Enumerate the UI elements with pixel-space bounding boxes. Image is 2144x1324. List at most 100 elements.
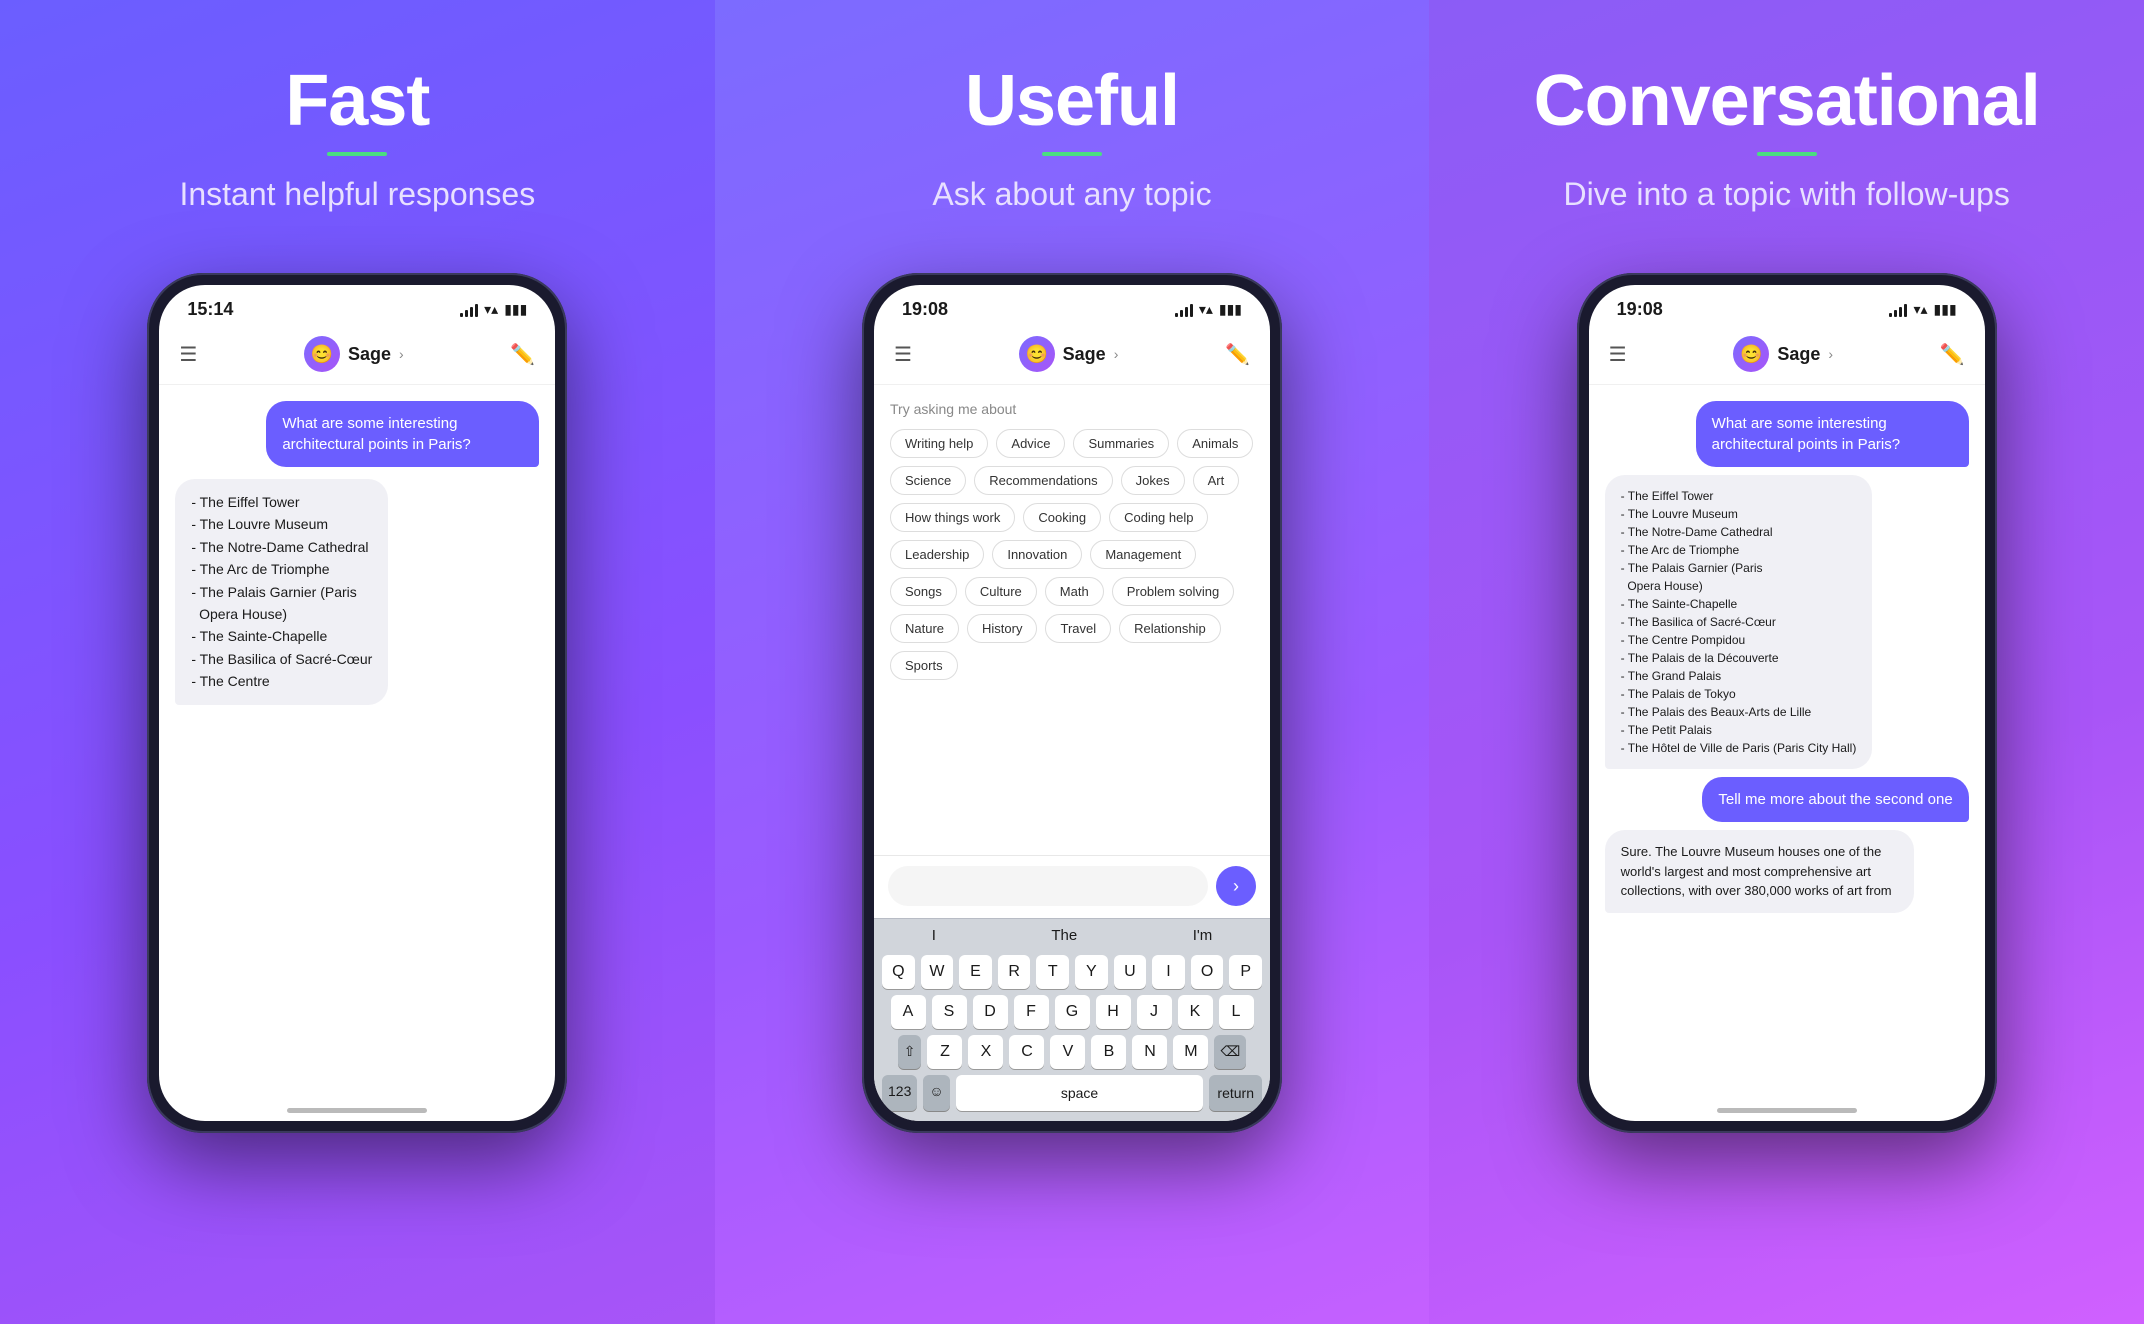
chevron-icon-fast: › — [399, 346, 404, 362]
topic-history[interactable]: History — [967, 614, 1037, 643]
key-t[interactable]: T — [1036, 955, 1069, 989]
header-center-useful[interactable]: 😊 Sage › — [1019, 336, 1119, 372]
topic-management[interactable]: Management — [1090, 540, 1196, 569]
key-o[interactable]: O — [1191, 955, 1224, 989]
key-z[interactable]: Z — [927, 1035, 962, 1069]
key-k[interactable]: K — [1178, 995, 1213, 1029]
status-time-fast: 15:14 — [187, 299, 233, 320]
chat-area-fast: What are some interesting architectural … — [159, 385, 555, 1100]
key-a[interactable]: A — [891, 995, 926, 1029]
key-j[interactable]: J — [1137, 995, 1172, 1029]
topic-summaries[interactable]: Summaries — [1073, 429, 1169, 458]
topic-relationship[interactable]: Relationship — [1119, 614, 1221, 643]
topic-nature[interactable]: Nature — [890, 614, 959, 643]
suggestion-1[interactable]: I — [932, 927, 936, 944]
key-l[interactable]: L — [1219, 995, 1254, 1029]
battery-icon-useful: ▮▮▮ — [1219, 301, 1242, 318]
edit-icon-fast[interactable]: ✏️ — [510, 342, 535, 367]
followup-response-conv: Sure. The Louvre Museum houses one of th… — [1605, 830, 1914, 913]
avatar-conv: 😊 — [1733, 336, 1769, 372]
header-center-fast[interactable]: 😊 Sage › — [304, 336, 404, 372]
return-key[interactable]: return — [1209, 1075, 1262, 1111]
panel-conversational: Conversational Dive into a topic with fo… — [1429, 0, 2144, 1324]
topic-travel[interactable]: Travel — [1045, 614, 1111, 643]
header-center-conv[interactable]: 😊 Sage › — [1733, 336, 1833, 372]
key-n[interactable]: N — [1132, 1035, 1167, 1069]
key-p[interactable]: P — [1229, 955, 1262, 989]
suggestion-3[interactable]: I'm — [1193, 927, 1213, 944]
key-c[interactable]: C — [1009, 1035, 1044, 1069]
topic-innovation[interactable]: Innovation — [992, 540, 1082, 569]
chevron-icon-useful: › — [1114, 346, 1119, 362]
menu-icon[interactable]: ☰ — [179, 342, 197, 367]
send-button-useful[interactable]: › — [1216, 866, 1256, 906]
topic-writing-help[interactable]: Writing help — [890, 429, 988, 458]
topic-science[interactable]: Science — [890, 466, 966, 495]
agent-name-useful: Sage — [1063, 344, 1106, 365]
key-w[interactable]: W — [921, 955, 954, 989]
phone-conversational: 19:08 ▾▴ ▮▮▮ ☰ — [1577, 273, 1997, 1133]
signal-icon — [460, 303, 478, 317]
topic-recommendations[interactable]: Recommendations — [974, 466, 1112, 495]
topic-sports[interactable]: Sports — [890, 651, 958, 680]
key-g[interactable]: G — [1055, 995, 1090, 1029]
numbers-key[interactable]: 123 — [882, 1075, 917, 1111]
key-x[interactable]: X — [968, 1035, 1003, 1069]
keyboard-useful[interactable]: I The I'm Q W E R T Y U I O P — [874, 918, 1270, 1121]
topic-math[interactable]: Math — [1045, 577, 1104, 606]
topic-how-things-work[interactable]: How things work — [890, 503, 1015, 532]
user-bubble-conv: What are some interesting architectural … — [1696, 401, 1969, 467]
chat-area-conv: What are some interesting architectural … — [1589, 385, 1985, 1100]
agent-name-conv: Sage — [1777, 344, 1820, 365]
topic-problem-solving[interactable]: Problem solving — [1112, 577, 1235, 606]
topic-songs[interactable]: Songs — [890, 577, 957, 606]
key-f[interactable]: F — [1014, 995, 1049, 1029]
emoji-key[interactable]: ☺ — [923, 1075, 949, 1111]
phone-fast: 15:14 ▾▴ ▮▮▮ ☰ — [147, 273, 567, 1133]
text-input-useful[interactable] — [888, 866, 1208, 906]
topic-animals[interactable]: Animals — [1177, 429, 1253, 458]
avatar-fast: 😊 — [304, 336, 340, 372]
key-i[interactable]: I — [1152, 955, 1185, 989]
edit-icon-conv[interactable]: ✏️ — [1940, 342, 1965, 367]
key-b[interactable]: B — [1091, 1035, 1126, 1069]
suggestion-2[interactable]: The — [1051, 927, 1077, 944]
backspace-key[interactable]: ⌫ — [1214, 1035, 1246, 1069]
key-d[interactable]: D — [973, 995, 1008, 1029]
key-v[interactable]: V — [1050, 1035, 1085, 1069]
status-bar-conv: 19:08 ▾▴ ▮▮▮ — [1589, 285, 1985, 328]
topic-culture[interactable]: Culture — [965, 577, 1037, 606]
fast-underline — [327, 152, 387, 156]
followup-bubble-conv: Tell me more about the second one — [1702, 777, 1968, 822]
key-y[interactable]: Y — [1075, 955, 1108, 989]
topic-leadership[interactable]: Leadership — [890, 540, 984, 569]
key-u[interactable]: U — [1114, 955, 1147, 989]
topic-jokes[interactable]: Jokes — [1121, 466, 1185, 495]
edit-icon-useful[interactable]: ✏️ — [1225, 342, 1250, 367]
agent-name-fast: Sage — [348, 344, 391, 365]
user-bubble-fast: What are some interesting architectural … — [266, 401, 539, 467]
panel-useful-subtitle: Ask about any topic — [932, 176, 1211, 213]
menu-icon-conv[interactable]: ☰ — [1609, 342, 1627, 367]
key-m[interactable]: M — [1173, 1035, 1208, 1069]
space-key[interactable]: space — [956, 1075, 1204, 1111]
panel-fast-title: Fast — [285, 60, 429, 142]
topic-cooking[interactable]: Cooking — [1023, 503, 1101, 532]
key-e[interactable]: E — [959, 955, 992, 989]
status-time-useful: 19:08 — [902, 299, 948, 320]
panel-fast: Fast Instant helpful responses 15:14 — [0, 0, 715, 1324]
panel-fast-subtitle: Instant helpful responses — [179, 176, 535, 213]
battery-icon-conv: ▮▮▮ — [1934, 301, 1957, 318]
topic-art[interactable]: Art — [1193, 466, 1240, 495]
key-s[interactable]: S — [932, 995, 967, 1029]
app-header-conv: ☰ 😊 Sage › ✏️ — [1589, 328, 1985, 385]
key-h[interactable]: H — [1096, 995, 1131, 1029]
topic-advice[interactable]: Advice — [996, 429, 1065, 458]
panel-conversational-title: Conversational — [1534, 60, 2040, 142]
menu-icon-useful[interactable]: ☰ — [894, 342, 912, 367]
shift-key[interactable]: ⇧ — [898, 1035, 922, 1069]
key-r[interactable]: R — [998, 955, 1031, 989]
key-q[interactable]: Q — [882, 955, 915, 989]
topic-coding-help[interactable]: Coding help — [1109, 503, 1208, 532]
home-indicator-conv — [1717, 1108, 1857, 1113]
